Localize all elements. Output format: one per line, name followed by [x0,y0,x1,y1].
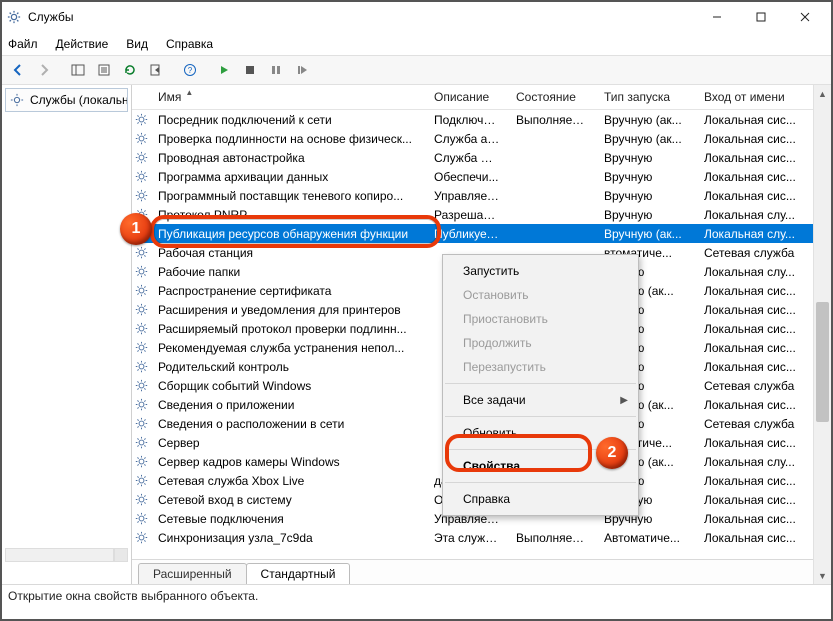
gear-icon [132,303,150,316]
menu-view[interactable]: Вид [126,37,148,51]
title-bar: Службы [2,2,831,33]
maximize-button[interactable] [739,3,783,31]
col-description[interactable]: Описание [426,90,508,104]
start-service-button[interactable] [212,58,236,82]
gear-icon [132,398,150,411]
gear-icon [132,493,150,506]
service-row[interactable]: Синхронизация узла_7c9daЭта служб...Выпо… [132,528,831,547]
gear-icon [132,265,150,278]
minimize-button[interactable] [695,3,739,31]
gear-icon [132,284,150,297]
gear-icon [132,512,150,525]
annotation-badge-2: 2 [596,437,628,469]
close-button[interactable] [783,3,827,31]
column-header-row: Имя▲ Описание Состояние Тип запуска Вход… [132,85,831,110]
app-icon [6,9,22,25]
status-text: Открытие окна свойств выбранного объекта… [8,589,258,603]
ctx-resume: Продолжить [443,331,638,355]
gear-icon [132,436,150,449]
svg-text:?: ? [188,66,193,75]
chevron-right-icon: ▶ [620,395,628,406]
service-row[interactable]: Протокол PNRPРазрешает...ВручнуюЛокальна… [132,205,831,224]
nav-horizontal-scrollbar[interactable] [5,548,128,562]
restart-service-button[interactable] [290,58,314,82]
gear-icon [132,151,150,164]
scroll-up-button[interactable]: ▲ [814,85,831,102]
nav-pane: Службы (локальные) [2,85,132,584]
service-row[interactable]: Программа архивации данныхОбеспечи...Вру… [132,167,831,186]
menu-bar: Файл Действие Вид Справка [2,33,831,55]
help-button[interactable]: ? [178,58,202,82]
gear-icon [132,417,150,430]
gear-icon [132,132,150,145]
gear-icon [132,474,150,487]
col-startup[interactable]: Тип запуска [596,90,696,104]
ctx-stop: Остановить [443,283,638,307]
nav-services-node[interactable]: Службы (локальные) [5,88,128,112]
service-row[interactable]: Программный поставщик теневого копиро...… [132,186,831,205]
tab-extended[interactable]: Расширенный [138,563,247,584]
gear-icon [132,360,150,373]
vertical-scrollbar[interactable]: ▲ ▼ [813,85,831,584]
scroll-down-button[interactable]: ▼ [814,567,831,584]
menu-help[interactable]: Справка [166,37,213,51]
ctx-all-tasks[interactable]: Все задачи▶ [443,388,638,412]
menu-action[interactable]: Действие [56,37,109,51]
col-state[interactable]: Состояние [508,90,596,104]
back-button[interactable] [6,58,30,82]
col-name[interactable]: Имя▲ [150,90,426,104]
gear-icon [132,189,150,202]
forward-button[interactable] [32,58,56,82]
ctx-restart: Перезапустить [443,355,638,379]
context-menu: Запустить Остановить Приостановить Продо… [442,254,639,516]
export-button[interactable] [144,58,168,82]
service-row[interactable]: Посредник подключений к сетиПодключе...В… [132,110,831,129]
gear-icon [132,341,150,354]
nav-services-label: Службы (локальные) [30,93,128,107]
gear-icon [132,455,150,468]
properties-button[interactable] [92,58,116,82]
ctx-pause: Приостановить [443,307,638,331]
service-row[interactable]: Проверка подлинности на основе физическ.… [132,129,831,148]
pause-service-button[interactable] [264,58,288,82]
ctx-help[interactable]: Справка [443,487,638,511]
service-row[interactable]: Проводная автонастройкаСлужба W...Вручну… [132,148,831,167]
gear-icon [132,170,150,183]
tab-standard[interactable]: Стандартный [246,563,351,584]
scroll-thumb[interactable] [816,302,829,422]
gear-icon [132,531,150,544]
service-row[interactable]: Публикация ресурсов обнаружения функцииП… [132,224,831,243]
gear-icon [10,92,24,108]
ctx-start[interactable]: Запустить [443,259,638,283]
menu-file[interactable]: Файл [8,37,38,51]
col-logon[interactable]: Вход от имени [696,90,814,104]
stop-service-button[interactable] [238,58,262,82]
view-tabs: Расширенный Стандартный [132,559,831,584]
window-title: Службы [28,10,73,24]
show-hide-tree-button[interactable] [66,58,90,82]
status-bar: Открытие окна свойств выбранного объекта… [2,584,831,607]
gear-icon [132,322,150,335]
annotation-badge-1: 1 [120,213,152,245]
gear-icon [132,113,150,126]
gear-icon [132,246,150,259]
refresh-button[interactable] [118,58,142,82]
toolbar: ? [2,55,831,85]
gear-icon [132,379,150,392]
